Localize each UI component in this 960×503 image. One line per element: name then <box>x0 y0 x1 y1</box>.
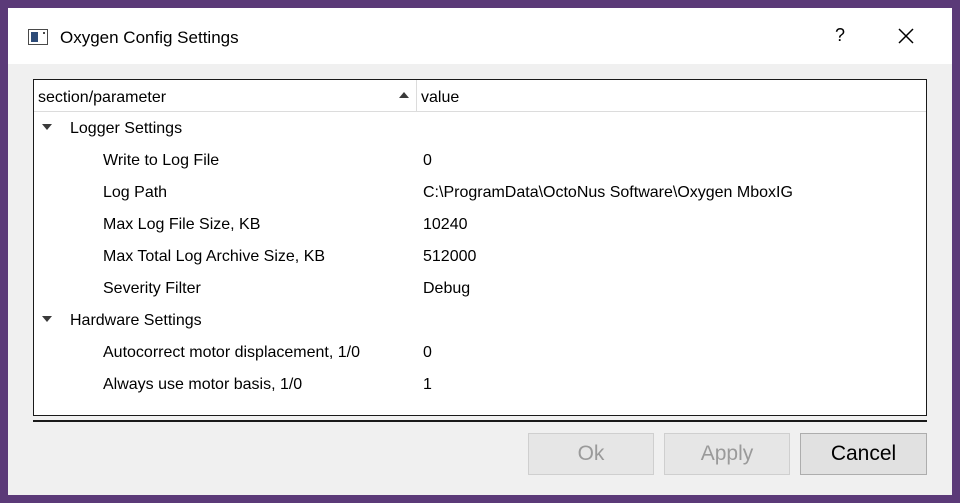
apply-button[interactable]: Apply <box>664 433 790 475</box>
row-value[interactable]: 512000 <box>423 248 476 266</box>
parameter-label: Write to Log File <box>103 152 220 169</box>
row-value[interactable]: 1 <box>423 376 432 394</box>
row-value[interactable]: C:\ProgramData\OctoNus Software\Oxygen M… <box>423 184 793 202</box>
row-value[interactable]: 0 <box>423 344 432 362</box>
parameter-label: Max Log File Size, KB <box>103 216 261 233</box>
tree-row-max-total-log-archive-size[interactable]: Max Total Log Archive Size, KB 512000 <box>34 240 926 272</box>
sort-ascending-icon <box>399 92 409 98</box>
expand-arrow-icon[interactable] <box>42 124 52 130</box>
tree-header: section/parameter value <box>34 80 926 112</box>
parameter-label: Always use motor basis, 1/0 <box>103 376 303 393</box>
header-value[interactable]: value <box>417 80 926 111</box>
row-value[interactable]: Debug <box>423 280 470 298</box>
settings-tree[interactable]: section/parameter value Logger Settings … <box>33 79 927 416</box>
section-label: Hardware Settings <box>70 312 202 329</box>
title-bar[interactable]: Oxygen Config Settings ? <box>8 8 952 64</box>
window-title: Oxygen Config Settings <box>60 28 239 47</box>
parameter-label: Severity Filter <box>103 280 201 297</box>
tree-row-logger-settings[interactable]: Logger Settings <box>34 112 926 144</box>
tree-row-severity-filter[interactable]: Severity Filter Debug <box>34 272 926 304</box>
cancel-button[interactable]: Cancel <box>800 433 927 475</box>
row-value[interactable]: 10240 <box>423 216 468 234</box>
header-section-parameter[interactable]: section/parameter <box>34 80 417 111</box>
tree-row-hardware-settings[interactable]: Hardware Settings <box>34 304 926 336</box>
window-app-icon <box>28 29 48 45</box>
parameter-label: Autocorrect motor displacement, 1/0 <box>103 344 361 361</box>
tree-row-always-use-motor-basis[interactable]: Always use motor basis, 1/0 1 <box>34 368 926 400</box>
help-button[interactable]: ? <box>830 25 850 46</box>
tree-row-write-to-log-file[interactable]: Write to Log File 0 <box>34 144 926 176</box>
expand-arrow-icon[interactable] <box>42 316 52 322</box>
parameter-label: Log Path <box>103 184 168 201</box>
tree-row-autocorrect-motor-displacement[interactable]: Autocorrect motor displacement, 1/0 0 <box>34 336 926 368</box>
ok-button[interactable]: Ok <box>528 433 654 475</box>
row-value[interactable]: 0 <box>423 152 432 170</box>
close-icon[interactable] <box>894 24 918 48</box>
tree-row-log-path[interactable]: Log Path C:\ProgramData\OctoNus Software… <box>34 176 926 208</box>
separator-line <box>33 420 927 422</box>
parameter-label: Max Total Log Archive Size, KB <box>103 248 326 265</box>
section-label: Logger Settings <box>70 120 183 137</box>
config-dialog: Oxygen Config Settings ? section/paramet… <box>8 8 952 495</box>
tree-row-max-log-file-size[interactable]: Max Log File Size, KB 10240 <box>34 208 926 240</box>
